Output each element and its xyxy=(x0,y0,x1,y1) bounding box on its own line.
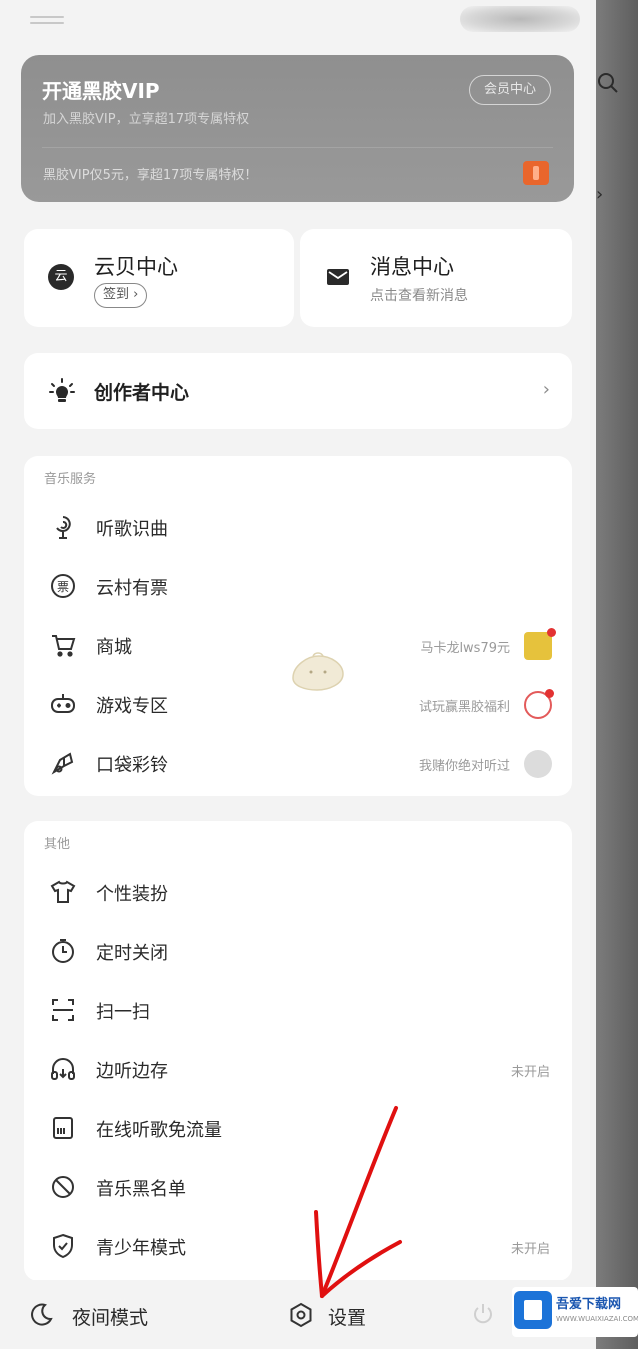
lightbulb-icon xyxy=(49,378,75,402)
creator-center-row[interactable]: 创作者中心 › xyxy=(24,353,572,429)
menu-icon[interactable] xyxy=(30,16,64,28)
watermark-title: 吾爱下载网 xyxy=(556,1297,622,1312)
vip-promo-text: 黑胶VIP仅5元，享超17项专属特权！ xyxy=(43,168,258,183)
watermark-url: WWW.WUAIXIAZAI.COM xyxy=(556,1315,638,1323)
svg-text:票: 票 xyxy=(57,580,69,594)
cloud-coin-title: 云贝中心 xyxy=(94,255,178,279)
row-label: 音乐黑名单 xyxy=(96,1179,186,1200)
voice-search-icon xyxy=(56,516,71,539)
row-label: 定时关闭 xyxy=(96,943,168,964)
row-hint: 试玩赢黑胶福利 xyxy=(418,700,510,715)
music-services-section: 音乐服务 听歌识曲 票 云村有票 商城 马卡龙lws79元 游戏专区 试玩赢黑胶… xyxy=(24,456,572,796)
night-mode-button[interactable]: 夜间模式 xyxy=(28,1300,168,1330)
row-label: 游戏专区 xyxy=(96,696,168,717)
creator-center-label: 创作者中心 xyxy=(94,382,190,404)
power-icon[interactable] xyxy=(471,1302,495,1326)
ringtone-icon xyxy=(51,752,74,775)
drawer-topbar xyxy=(0,0,596,50)
row-label: 青少年模式 xyxy=(96,1238,186,1259)
member-center-button[interactable]: 会员中心 xyxy=(468,75,551,105)
chevron-right-icon: › xyxy=(542,379,550,400)
row-label: 商城 xyxy=(96,637,132,658)
sign-in-button[interactable]: 签到 › xyxy=(94,283,148,308)
block-icon xyxy=(52,1176,74,1198)
menu-row-teen-mode[interactable]: 青少年模式 未开启 xyxy=(24,1217,572,1276)
section-label: 其他 xyxy=(44,837,71,852)
blurred-avatar[interactable] xyxy=(460,6,580,32)
sim-card-icon xyxy=(53,1117,73,1139)
headphone-download-icon xyxy=(51,1058,75,1080)
row-label: 边听边存 xyxy=(96,1061,168,1082)
vip-subtitle: 加入黑胶VIP，立享超17项专属特权 xyxy=(43,112,250,127)
cloud-coin-card[interactable]: 云贝中心 签到 › xyxy=(24,229,294,327)
timer-icon xyxy=(52,939,74,963)
shirt-icon xyxy=(50,880,76,903)
ticket-icon: 票 xyxy=(51,574,75,598)
shield-icon xyxy=(53,1233,73,1259)
ringtone-thumbnail xyxy=(524,750,552,778)
mascot-overlay-icon xyxy=(292,652,344,691)
menu-row-scan[interactable]: 扫一扫 xyxy=(24,981,572,1040)
row-label: 听歌识曲 xyxy=(96,519,168,540)
night-mode-label: 夜间模式 xyxy=(72,1307,149,1329)
message-center-title: 消息中心 xyxy=(370,255,454,279)
vip-divider xyxy=(42,147,553,148)
annotation-arrow-icon xyxy=(314,1106,402,1298)
row-label: 云村有票 xyxy=(96,578,168,599)
menu-row-song-recognition[interactable]: 听歌识曲 xyxy=(24,498,572,557)
row-label: 口袋彩铃 xyxy=(96,755,168,776)
row-hint: 我赌你绝对听过 xyxy=(418,759,510,774)
menu-row-theme[interactable]: 个性装扮 xyxy=(24,863,572,922)
cloud-coin-icon xyxy=(48,264,74,290)
row-hint: 马卡龙lws79元 xyxy=(420,641,510,656)
mail-icon xyxy=(327,269,349,285)
site-logo-icon xyxy=(514,1291,552,1329)
row-label: 在线听歌免流量 xyxy=(96,1120,222,1141)
cart-icon xyxy=(52,635,76,657)
drawer-bottom-bar: 夜间模式 设置 xyxy=(0,1280,596,1349)
menu-row-free-data[interactable]: 在线听歌免流量 xyxy=(24,1099,572,1158)
menu-row-sleep-timer[interactable]: 定时关闭 xyxy=(24,922,572,981)
other-section: 其他 个性装扮 定时关闭 扫一扫 边听边存 未开启 在线听歌免流量 音乐黑名单 … xyxy=(24,821,572,1281)
badge-dot xyxy=(547,628,556,637)
scan-icon xyxy=(52,999,74,1021)
game-thumbnail xyxy=(524,689,554,719)
menu-row-blacklist[interactable]: 音乐黑名单 xyxy=(24,1158,572,1217)
message-center-card[interactable]: 消息中心 点击查看新消息 xyxy=(300,229,572,327)
row-status: 未开启 xyxy=(510,1065,550,1080)
search-icon xyxy=(598,73,618,93)
vip-banner[interactable]: 开通黑胶VIP 加入黑胶VIP，立享超17项专属特权 会员中心 黑胶VIP仅5元… xyxy=(21,55,574,202)
product-thumbnail xyxy=(524,628,556,660)
vip-title: 开通黑胶VIP xyxy=(42,79,160,103)
row-status: 未开启 xyxy=(510,1242,550,1257)
row-label: 个性装扮 xyxy=(96,884,168,905)
moon-icon xyxy=(31,1303,53,1326)
row-label: 扫一扫 xyxy=(96,1002,150,1023)
message-center-subtitle: 点击查看新消息 xyxy=(370,288,468,304)
menu-row-ringtone[interactable]: 口袋彩铃 我赌你绝对听过 xyxy=(24,734,572,793)
chevron-right-icon: › xyxy=(596,184,604,205)
site-watermark: 吾爱下载网 WWW.WUAIXIAZAI.COM xyxy=(512,1287,638,1337)
menu-row-tickets[interactable]: 票 云村有票 xyxy=(24,557,572,616)
gift-icon xyxy=(523,161,549,185)
badge-dot xyxy=(545,689,554,698)
menu-row-listen-and-save[interactable]: 边听边存 未开启 xyxy=(24,1040,572,1099)
section-label: 音乐服务 xyxy=(44,472,97,487)
gamepad-icon xyxy=(51,694,75,713)
